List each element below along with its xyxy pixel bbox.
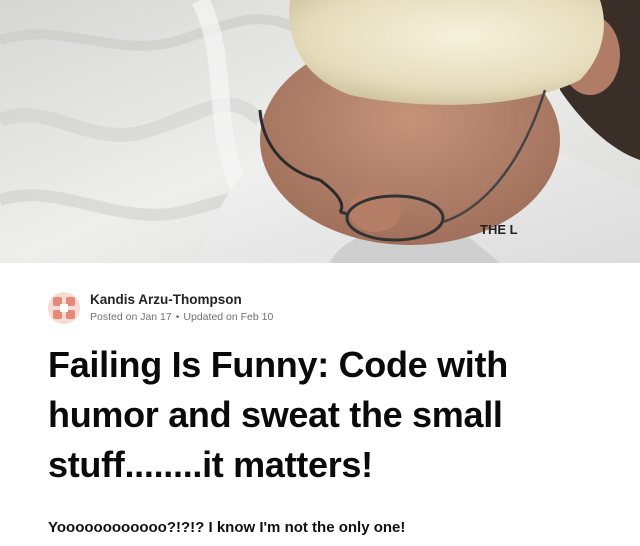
author-meta: Kandis Arzu-Thompson Posted on Jan 17 • Up…: [90, 291, 273, 325]
article-lead-paragraph: Yoooooooooooo?!?!? I know I'm not the on…: [48, 519, 406, 536]
posted-date: Posted on Jan 17: [90, 311, 172, 323]
shirt-print-text: THE L: [480, 222, 518, 237]
article-title: Failing Is Funny: Code with humor and sw…: [48, 344, 508, 485]
date-separator: •: [175, 311, 180, 323]
author-row: Kandis Arzu-Thompson Posted on Jan 17 • Up…: [48, 288, 273, 328]
post-dates: Posted on Jan 17 • Updated on Feb 10: [90, 310, 273, 325]
cover-image: THE L: [0, 0, 640, 263]
article-page: THE L Kandis Arzu-Thompson Posted on Jan…: [0, 0, 640, 546]
updated-date: Updated on Feb 10: [183, 311, 274, 323]
author-name-link[interactable]: Kandis Arzu-Thompson: [90, 291, 273, 308]
user-avatar-icon[interactable]: [48, 292, 80, 324]
